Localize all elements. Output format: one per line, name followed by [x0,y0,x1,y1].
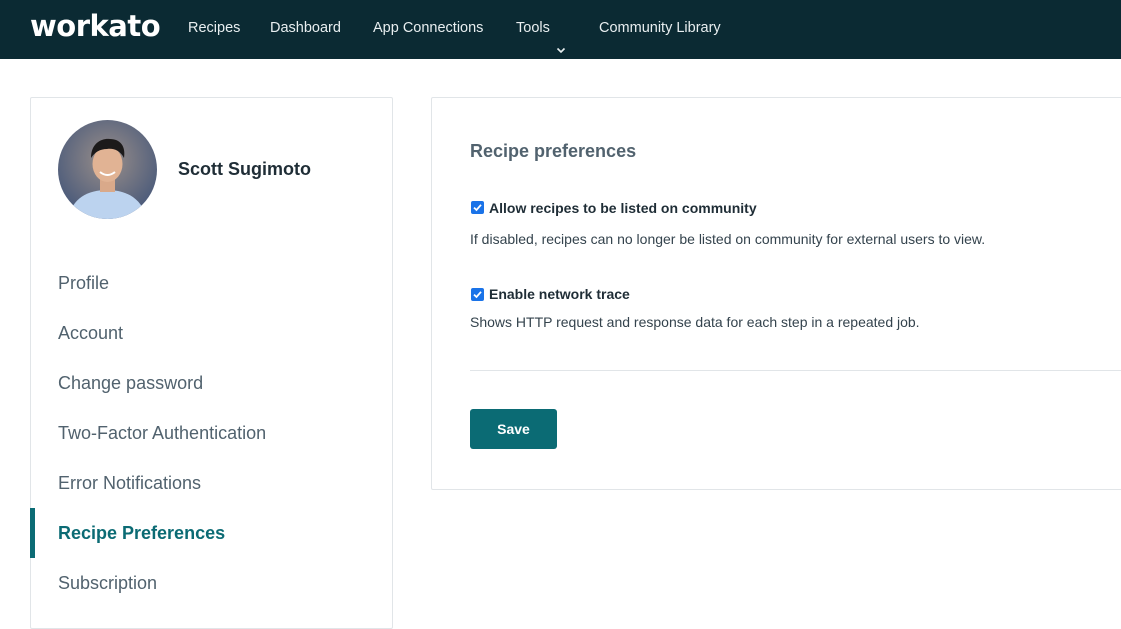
sidebar-item-profile[interactable]: Profile [58,273,109,294]
nav-tools-label: Tools [516,20,550,36]
sidebar-item-change-password[interactable]: Change password [58,373,203,394]
enable-network-trace-checkbox[interactable] [471,288,484,301]
enable-network-trace-help: Shows HTTP request and response data for… [470,314,920,330]
enable-network-trace-label[interactable]: Enable network trace [489,286,630,302]
checkmark-icon [473,291,482,299]
nav-tools[interactable]: Tools [516,0,566,59]
sidebar-item-error-notifications[interactable]: Error Notifications [58,473,201,494]
divider [470,370,1121,371]
active-indicator [30,508,35,558]
chevron-down-icon [556,23,566,54]
sidebar-item-account[interactable]: Account [58,323,123,344]
allow-community-listing-label[interactable]: Allow recipes to be listed on community [489,200,757,216]
nav-dashboard[interactable]: Dashboard [270,0,341,59]
save-button[interactable]: Save [470,409,557,449]
allow-community-listing-help: If disabled, recipes can no longer be li… [470,231,986,247]
workato-logo[interactable]: workato [30,9,161,43]
nav-community-library[interactable]: Community Library [599,0,721,59]
allow-community-listing-checkbox[interactable] [471,201,484,214]
nav-app-connections[interactable]: App Connections [373,0,483,59]
profile-name: Scott Sugimoto [178,159,311,179]
sidebar-item-subscription[interactable]: Subscription [58,573,157,594]
top-navigation-bar: workato Recipes Dashboard App Connection… [0,0,1121,59]
sidebar-item-recipe-preferences[interactable]: Recipe Preferences [58,523,225,544]
avatar [58,120,157,219]
sidebar-item-two-factor-authentication[interactable]: Two-Factor Authentication [58,423,266,444]
nav-recipes[interactable]: Recipes [188,0,240,59]
checkmark-icon [473,204,482,212]
section-title: Recipe preferences [470,141,637,161]
